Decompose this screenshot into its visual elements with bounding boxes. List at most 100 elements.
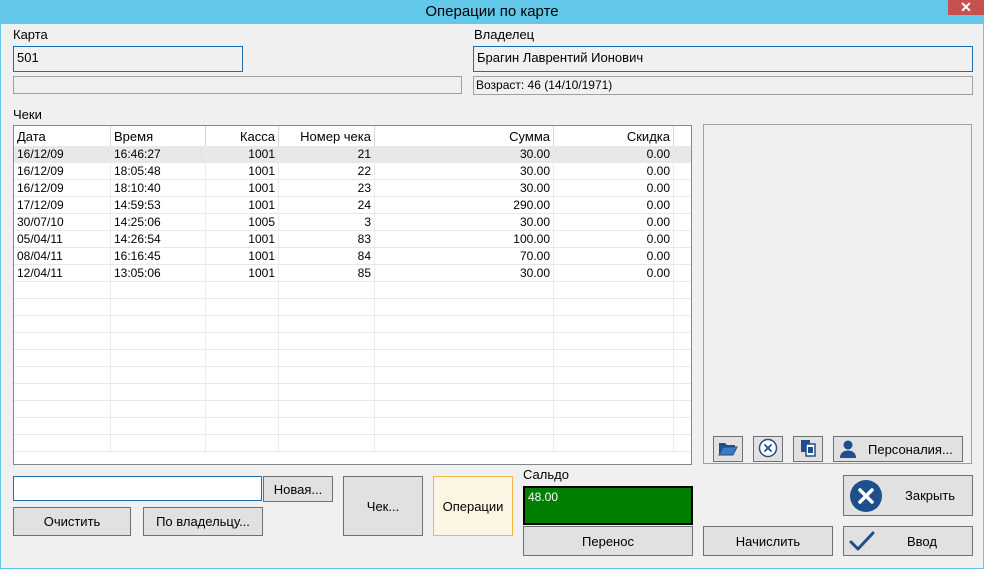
cell-discount: 0.00	[554, 248, 674, 264]
close-circle-icon	[849, 479, 883, 513]
checks-table[interactable]: Дата Время Касса Номер чека Сумма Скидка…	[13, 125, 692, 465]
cell-sum: 30.00	[375, 265, 554, 281]
cell-discount: 0.00	[554, 265, 674, 281]
table-row[interactable]: 17/12/09 14:59:53 1001 24 290.00 0.00	[14, 197, 691, 214]
cell-check-number: 21	[279, 146, 375, 162]
cell-date: 16/12/09	[14, 180, 111, 196]
copy-photo-button[interactable]	[793, 436, 823, 462]
table-row[interactable]: 12/04/11 13:05:06 1001 85 30.00 0.00	[14, 265, 691, 282]
cell-time: 14:26:54	[111, 231, 206, 247]
cell-check-number	[279, 333, 375, 349]
cell-check-number	[279, 384, 375, 400]
cell-date	[14, 384, 111, 400]
cell-time: 13:05:06	[111, 265, 206, 281]
table-row[interactable]	[14, 333, 691, 350]
close-button-label: Закрыть	[905, 488, 956, 503]
cell-discount: 0.00	[554, 163, 674, 179]
new-card-button[interactable]: Новая...	[263, 476, 333, 502]
cell-check-number	[279, 299, 375, 315]
cell-date	[14, 316, 111, 332]
card-search-input[interactable]	[13, 476, 262, 501]
table-body: 16/12/09 16:46:27 1001 21 30.00 0.00 16/12/09 1…	[14, 146, 691, 452]
card-number-field[interactable]: 501	[13, 46, 243, 72]
table-row[interactable]	[14, 316, 691, 333]
table-header: Дата Время Касса Номер чека Сумма Скидка	[14, 126, 691, 147]
table-row[interactable]	[14, 435, 691, 452]
cell-register	[206, 333, 279, 349]
cell-date	[14, 282, 111, 298]
cell-date	[14, 350, 111, 366]
cell-date: 16/12/09	[14, 163, 111, 179]
cell-time	[111, 384, 206, 400]
cell-sum: 100.00	[375, 231, 554, 247]
window-close-button[interactable]: ✕	[948, 0, 984, 15]
cell-check-number: 23	[279, 180, 375, 196]
cell-sum: 290.00	[375, 197, 554, 213]
personal-button-label: Персоналия...	[868, 441, 953, 457]
cell-discount	[554, 350, 674, 366]
operations-button[interactable]: Операции	[433, 476, 513, 536]
cell-check-number	[279, 418, 375, 434]
cell-register	[206, 350, 279, 366]
cell-date	[14, 299, 111, 315]
cell-sum: 30.00	[375, 214, 554, 230]
cell-time: 14:25:06	[111, 214, 206, 230]
by-owner-button[interactable]: По владельцу...	[143, 507, 263, 536]
cell-check-number: 24	[279, 197, 375, 213]
cell-check-number	[279, 316, 375, 332]
open-folder-button[interactable]	[713, 436, 743, 462]
cell-register	[206, 418, 279, 434]
table-row[interactable]	[14, 367, 691, 384]
clear-photo-button[interactable]	[753, 436, 783, 462]
column-header-date[interactable]: Дата	[14, 126, 111, 146]
personal-button[interactable]: Персоналия...	[833, 436, 963, 462]
table-row[interactable]: 16/12/09 18:05:48 1001 22 30.00 0.00	[14, 163, 691, 180]
cell-sum	[375, 401, 554, 417]
table-row[interactable]: 08/04/11 16:16:45 1001 84 70.00 0.00	[14, 248, 691, 265]
accrue-button[interactable]: Начислить	[703, 526, 833, 556]
cell-sum: 30.00	[375, 146, 554, 162]
table-row[interactable]	[14, 299, 691, 316]
column-header-sum[interactable]: Сумма	[375, 126, 554, 146]
cell-sum: 30.00	[375, 163, 554, 179]
enter-button-label: Ввод	[907, 533, 937, 549]
check-button[interactable]: Чек...	[343, 476, 423, 536]
table-row[interactable]	[14, 401, 691, 418]
cancel-circle-icon	[758, 438, 778, 461]
owner-name-field[interactable]: Брагин Лаврентий Ионович	[473, 46, 973, 72]
copy-icon	[799, 439, 817, 460]
cell-register: 1001	[206, 231, 279, 247]
cell-time	[111, 316, 206, 332]
cell-time	[111, 350, 206, 366]
cell-discount	[554, 333, 674, 349]
table-row[interactable]: 05/04/11 14:26:54 1001 83 100.00 0.00	[14, 231, 691, 248]
column-header-time[interactable]: Время	[111, 126, 206, 146]
table-row[interactable]: 30/07/10 14:25:06 1005 3 30.00 0.00	[14, 214, 691, 231]
cell-sum	[375, 384, 554, 400]
column-header-register[interactable]: Касса	[206, 126, 279, 146]
column-header-check-number[interactable]: Номер чека	[279, 126, 375, 146]
close-button[interactable]: Закрыть	[843, 475, 973, 516]
clear-button[interactable]: Очистить	[13, 507, 131, 536]
table-row[interactable]	[14, 384, 691, 401]
cell-discount	[554, 418, 674, 434]
owner-label: Владелец	[474, 27, 535, 42]
table-row[interactable]	[14, 350, 691, 367]
cell-time: 18:10:40	[111, 180, 206, 196]
table-row[interactable]	[14, 282, 691, 299]
transfer-button[interactable]: Перенос	[523, 526, 693, 556]
table-row[interactable]	[14, 418, 691, 435]
cell-date: 17/12/09	[14, 197, 111, 213]
cell-register	[206, 384, 279, 400]
cell-date: 30/07/10	[14, 214, 111, 230]
cell-check-number	[279, 367, 375, 383]
cell-discount: 0.00	[554, 180, 674, 196]
table-row[interactable]: 16/12/09 16:46:27 1001 21 30.00 0.00	[14, 146, 691, 163]
enter-button[interactable]: Ввод	[843, 526, 973, 556]
column-header-discount[interactable]: Скидка	[554, 126, 674, 146]
cell-sum	[375, 333, 554, 349]
saldo-value: 48.00	[523, 486, 693, 525]
cell-register: 1001	[206, 265, 279, 281]
cell-register	[206, 282, 279, 298]
table-row[interactable]: 16/12/09 18:10:40 1001 23 30.00 0.00	[14, 180, 691, 197]
